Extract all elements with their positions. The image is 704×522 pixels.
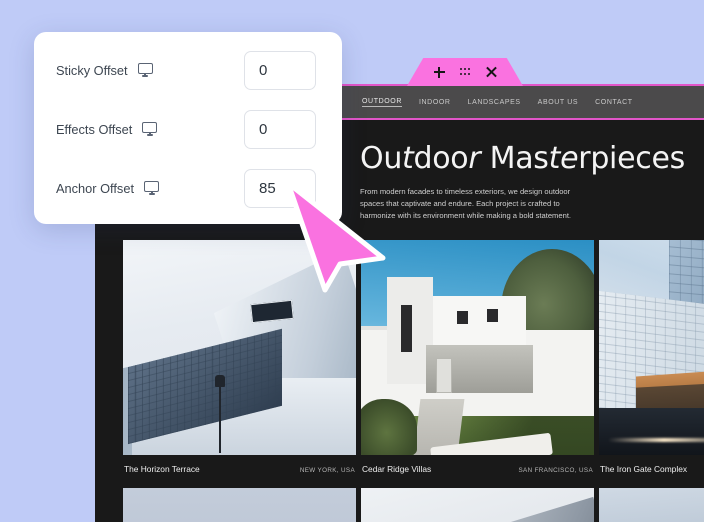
setting-label: Sticky Offset	[56, 62, 128, 78]
project-image-iron-gate-complex	[599, 240, 704, 455]
page-title: Outdoor Masterpieces	[360, 141, 685, 176]
anchor-offset-value: 85	[259, 179, 276, 197]
project-title: The Horizon Terrace	[124, 464, 200, 474]
nav-item-about-us[interactable]: ABOUT US	[538, 99, 578, 106]
project-image-horizon-terrace	[123, 240, 356, 455]
project-grid: The Horizon Terrace NEW YORK, USA Cedar …	[123, 240, 704, 522]
sticky-offset-input[interactable]: 0	[244, 50, 316, 90]
plus-icon[interactable]	[433, 66, 445, 78]
project-image-row2-b	[361, 488, 594, 522]
setting-row-effects-offset: Effects Offset 0	[34, 107, 342, 151]
close-icon[interactable]	[486, 67, 497, 78]
editor-floating-toolbar[interactable]	[407, 58, 523, 86]
setting-row-anchor-offset: Anchor Offset 85	[34, 166, 342, 210]
grid-dots-icon[interactable]	[459, 68, 471, 76]
sticky-offset-value: 0	[259, 61, 268, 79]
project-title: The Iron Gate Complex	[600, 464, 688, 474]
setting-label: Effects Offset	[56, 121, 133, 137]
project-caption: The Iron Gate Complex	[599, 455, 704, 488]
project-card[interactable]: Cedar Ridge Villas SAN FRANCISCO, USA	[361, 240, 594, 522]
setting-row-sticky-offset: Sticky Offset 0	[34, 48, 342, 92]
project-title: Cedar Ridge Villas	[362, 464, 432, 474]
project-caption: Cedar Ridge Villas SAN FRANCISCO, USA	[361, 455, 594, 488]
hero-section: Outdoor Masterpieces From modern facades…	[360, 144, 700, 221]
effects-offset-input[interactable]: 0	[244, 109, 316, 149]
nav-item-outdoor[interactable]: OUTDOOR	[362, 98, 402, 107]
nav-item-contact[interactable]: CONTACT	[595, 99, 633, 106]
screenshot-stage: OUTDOOR INDOOR LANDSCAPES ABOUT US CONTA…	[0, 0, 704, 522]
nav-item-indoor[interactable]: INDOOR	[419, 99, 451, 106]
site-nav-menu: OUTDOOR INDOOR LANDSCAPES ABOUT US CONTA…	[362, 98, 633, 107]
offset-settings-panel: Sticky Offset 0 Effects Offset 0 Anchor …	[34, 32, 342, 224]
project-caption: The Horizon Terrace NEW YORK, USA	[123, 455, 356, 488]
project-card[interactable]: The Iron Gate Complex	[599, 240, 704, 522]
project-card[interactable]: The Horizon Terrace NEW YORK, USA	[123, 240, 356, 522]
monitor-icon[interactable]	[142, 122, 158, 136]
project-image-row2-a	[123, 488, 356, 522]
setting-label: Anchor Offset	[56, 180, 135, 196]
monitor-icon[interactable]	[137, 63, 153, 77]
anchor-offset-input[interactable]: 85	[244, 168, 316, 208]
hero-description: From modern facades to timeless exterior…	[360, 187, 572, 220]
monitor-icon[interactable]	[144, 181, 160, 195]
nav-item-landscapes[interactable]: LANDSCAPES	[468, 99, 521, 106]
project-location: NEW YORK, USA	[299, 467, 355, 474]
project-image-row2-c	[599, 488, 704, 522]
effects-offset-value: 0	[259, 120, 268, 138]
project-location: SAN FRANCISCO, USA	[518, 467, 593, 474]
project-image-cedar-ridge-villas	[361, 240, 594, 455]
